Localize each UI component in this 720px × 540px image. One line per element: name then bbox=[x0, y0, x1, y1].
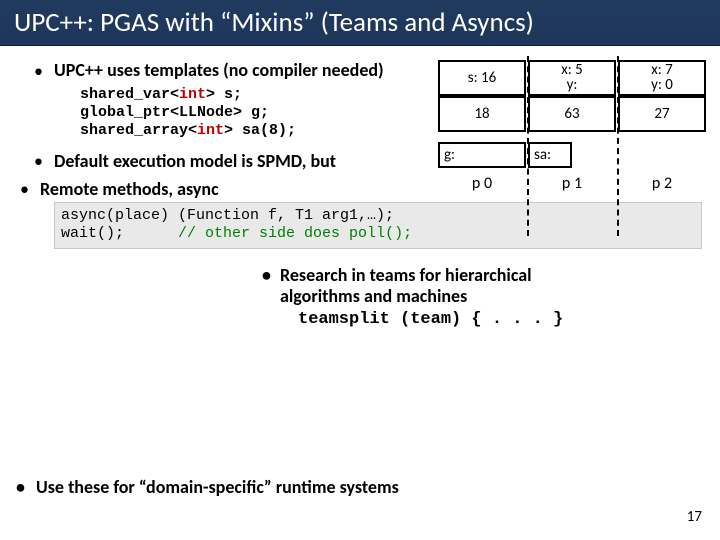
memory-diagram: s: 16 18 g: p 0 x: 5 y: 63 sa: p 1 x: 7 … bbox=[438, 60, 708, 235]
bullet-templates: UPC++ uses templates (no compiler needed… bbox=[54, 60, 434, 82]
diagram-label: p 0 bbox=[438, 174, 526, 193]
diagram-cell: sa: bbox=[528, 142, 572, 168]
page-number: 17 bbox=[687, 508, 702, 526]
diagram-cell: s: 16 bbox=[438, 60, 526, 96]
diagram-cell: 63 bbox=[528, 96, 616, 132]
diagram-cell: x: 7 y: 0 bbox=[618, 60, 706, 96]
bullet-research: Research in teams for hierarchical algor… bbox=[258, 265, 708, 306]
diagram-cell: 27 bbox=[618, 96, 706, 132]
bullet-domain: Use these for “domain-specific” runtime … bbox=[10, 476, 399, 498]
bullet-research-box: Research in teams for hierarchical algor… bbox=[258, 265, 708, 329]
slide-title: UPC++: PGAS with “Mixins” (Teams and Asy… bbox=[14, 6, 706, 39]
diagram-cell: 18 bbox=[438, 96, 526, 132]
diagram-label: p 1 bbox=[528, 174, 616, 193]
code-teamsplit: teamsplit (team) { . . . } bbox=[298, 310, 708, 329]
diagram-cell: g: bbox=[438, 142, 526, 168]
diagram-label: p 2 bbox=[618, 174, 706, 193]
title-bar: UPC++: PGAS with “Mixins” (Teams and Asy… bbox=[0, 0, 720, 46]
diagram-cell: x: 5 y: bbox=[528, 60, 616, 96]
